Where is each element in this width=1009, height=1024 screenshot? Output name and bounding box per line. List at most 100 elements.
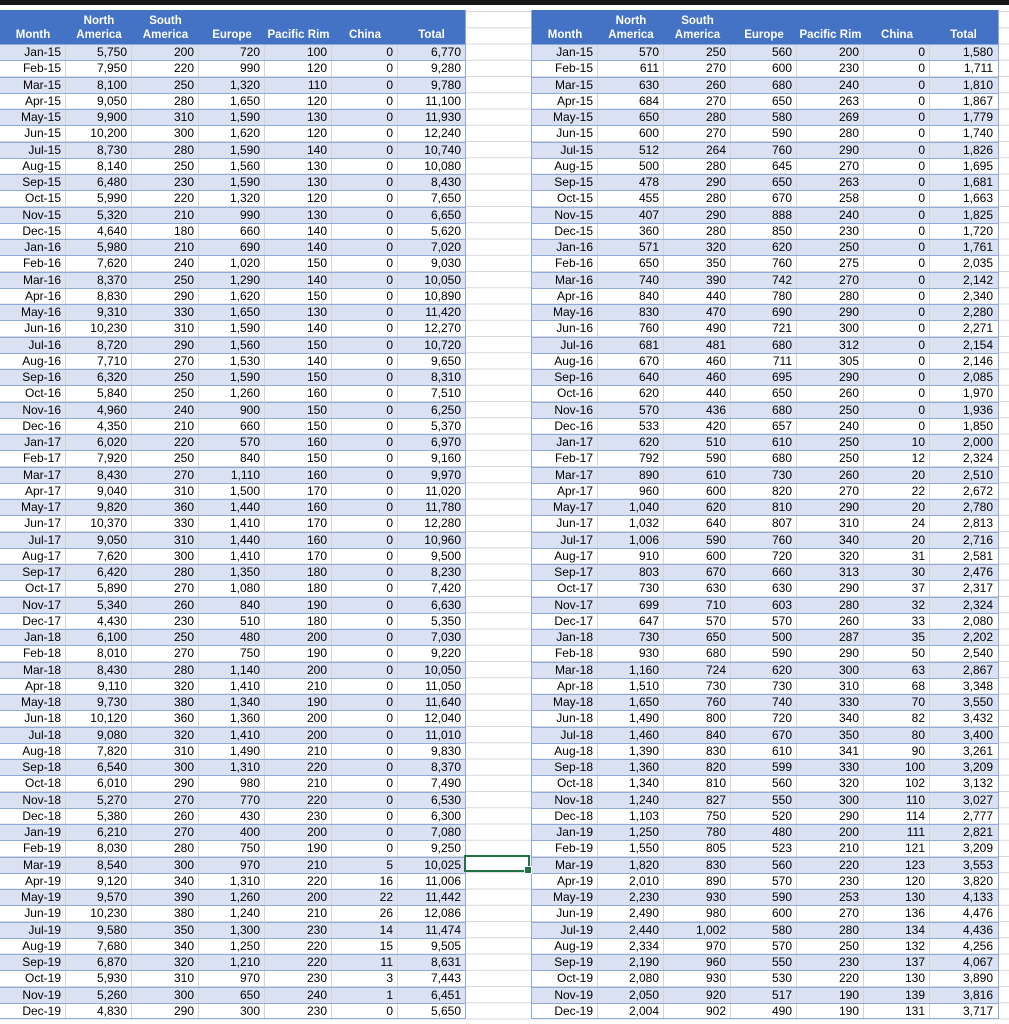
cell-north-america[interactable]: 5,270 [66, 792, 132, 808]
cell-north-america[interactable]: 681 [598, 337, 664, 353]
cell-month[interactable]: May-17 [532, 500, 598, 516]
cell-month[interactable]: Jul-16 [0, 337, 66, 353]
cell-pacific-rim[interactable]: 200 [265, 630, 332, 646]
cell-south-america[interactable]: 310 [132, 483, 199, 499]
cell-china[interactable]: 130 [864, 971, 930, 987]
cell-pacific-rim[interactable]: 210 [265, 906, 332, 922]
cell-month[interactable]: Jul-18 [532, 727, 598, 743]
cell-south-america[interactable]: 830 [664, 743, 731, 759]
cell-month[interactable]: Sep-19 [0, 955, 66, 971]
cell-north-america[interactable]: 1,160 [598, 662, 664, 678]
cell-month[interactable]: Feb-17 [532, 451, 598, 467]
cell-europe[interactable]: 680 [731, 77, 797, 93]
cell-europe[interactable]: 742 [731, 272, 797, 288]
cell-china[interactable]: 0 [332, 45, 398, 61]
cell-china[interactable]: 35 [864, 630, 930, 646]
cell-month[interactable]: Mar-17 [0, 467, 66, 483]
cell-pacific-rim[interactable]: 280 [797, 597, 864, 613]
cell-europe[interactable]: 840 [199, 597, 265, 613]
cell-pacific-rim[interactable]: 210 [265, 857, 332, 873]
cell-total[interactable]: 11,780 [398, 500, 465, 515]
cell-europe[interactable]: 550 [731, 792, 797, 808]
cell-month[interactable]: Feb-16 [0, 256, 66, 272]
cell-south-america[interactable]: 280 [132, 142, 199, 158]
cell-china[interactable]: 0 [332, 613, 398, 629]
cell-north-america[interactable]: 1,040 [598, 500, 664, 516]
cell-month[interactable]: Aug-15 [0, 158, 66, 174]
cell-china[interactable]: 0 [864, 77, 930, 93]
cell-china[interactable]: 68 [864, 678, 930, 694]
cell-south-america[interactable]: 310 [132, 971, 199, 987]
cell-pacific-rim[interactable]: 100 [265, 45, 332, 61]
cell-europe[interactable]: 730 [731, 467, 797, 483]
cell-south-america[interactable]: 680 [664, 646, 731, 662]
cell-china[interactable]: 14 [332, 922, 398, 938]
cell-month[interactable]: Dec-17 [532, 613, 598, 629]
cell-month[interactable]: Jan-15 [0, 45, 66, 61]
cell-north-america[interactable]: 455 [598, 191, 664, 207]
cell-month[interactable]: Jun-16 [532, 321, 598, 337]
cell-south-america[interactable]: 310 [132, 110, 199, 126]
cell-pacific-rim[interactable]: 240 [797, 77, 864, 93]
cell-south-america[interactable]: 270 [664, 93, 731, 109]
cell-china[interactable]: 0 [332, 467, 398, 483]
cell-month[interactable]: Sep-16 [532, 370, 598, 386]
cell-europe[interactable]: 550 [731, 955, 797, 971]
cell-month[interactable]: Nov-19 [0, 987, 66, 1003]
cell-north-america[interactable]: 960 [598, 483, 664, 499]
cell-europe[interactable]: 610 [731, 743, 797, 759]
cell-south-america[interactable]: 300 [132, 987, 199, 1003]
cell-china[interactable]: 0 [332, 565, 398, 581]
cell-pacific-rim[interactable]: 220 [265, 938, 332, 954]
cell-total[interactable]: 2,000 [930, 435, 997, 450]
cell-south-america[interactable]: 590 [664, 532, 731, 548]
cell-total[interactable]: 8,631 [398, 955, 465, 970]
cell-pacific-rim[interactable]: 330 [797, 760, 864, 776]
cell-south-america[interactable]: 220 [132, 61, 199, 77]
cell-north-america[interactable]: 8,140 [66, 158, 132, 174]
cell-europe[interactable]: 645 [731, 158, 797, 174]
cell-total[interactable]: 10,050 [398, 273, 465, 288]
cell-month[interactable]: May-16 [0, 305, 66, 321]
cell-north-america[interactable]: 9,730 [66, 695, 132, 711]
cell-pacific-rim[interactable]: 220 [797, 857, 864, 873]
cell-europe[interactable]: 1,590 [199, 142, 265, 158]
cell-total[interactable]: 3,553 [930, 858, 997, 873]
cell-china[interactable]: 0 [864, 321, 930, 337]
cell-north-america[interactable]: 2,050 [598, 987, 664, 1003]
cell-pacific-rim[interactable]: 312 [797, 337, 864, 353]
cell-pacific-rim[interactable]: 290 [797, 370, 864, 386]
cell-pacific-rim[interactable]: 230 [265, 971, 332, 987]
cell-south-america[interactable]: 210 [132, 418, 199, 434]
cell-china[interactable]: 110 [864, 792, 930, 808]
cell-south-america[interactable]: 264 [664, 142, 731, 158]
cell-europe[interactable]: 670 [731, 727, 797, 743]
cell-south-america[interactable]: 300 [132, 548, 199, 564]
cell-china[interactable]: 100 [864, 760, 930, 776]
cell-china[interactable]: 50 [864, 646, 930, 662]
cell-month[interactable]: Apr-15 [0, 93, 66, 109]
cell-europe[interactable]: 1,350 [199, 565, 265, 581]
cell-pacific-rim[interactable]: 210 [797, 841, 864, 857]
cell-pacific-rim[interactable]: 240 [797, 207, 864, 223]
cell-month[interactable]: Jul-19 [0, 922, 66, 938]
cell-europe[interactable]: 560 [731, 45, 797, 61]
cell-pacific-rim[interactable]: 150 [265, 256, 332, 272]
cell-month[interactable]: Nov-18 [0, 792, 66, 808]
cell-europe[interactable]: 300 [199, 1003, 265, 1018]
cell-north-america[interactable]: 7,950 [66, 61, 132, 77]
cell-europe[interactable]: 1,410 [199, 516, 265, 532]
cell-month[interactable]: Sep-16 [0, 370, 66, 386]
cell-total[interactable]: 6,530 [398, 793, 465, 808]
cell-total[interactable]: 1,663 [930, 191, 997, 206]
cell-china[interactable]: 32 [864, 597, 930, 613]
cell-pacific-rim[interactable]: 120 [265, 191, 332, 207]
cell-europe[interactable]: 560 [731, 857, 797, 873]
cell-total[interactable]: 10,080 [398, 159, 465, 174]
cell-europe[interactable]: 1,590 [199, 175, 265, 191]
cell-europe[interactable]: 1,310 [199, 760, 265, 776]
cell-south-america[interactable]: 270 [664, 61, 731, 77]
cell-month[interactable]: Jan-17 [532, 435, 598, 451]
cell-europe[interactable]: 610 [731, 435, 797, 451]
cell-europe[interactable]: 770 [199, 792, 265, 808]
